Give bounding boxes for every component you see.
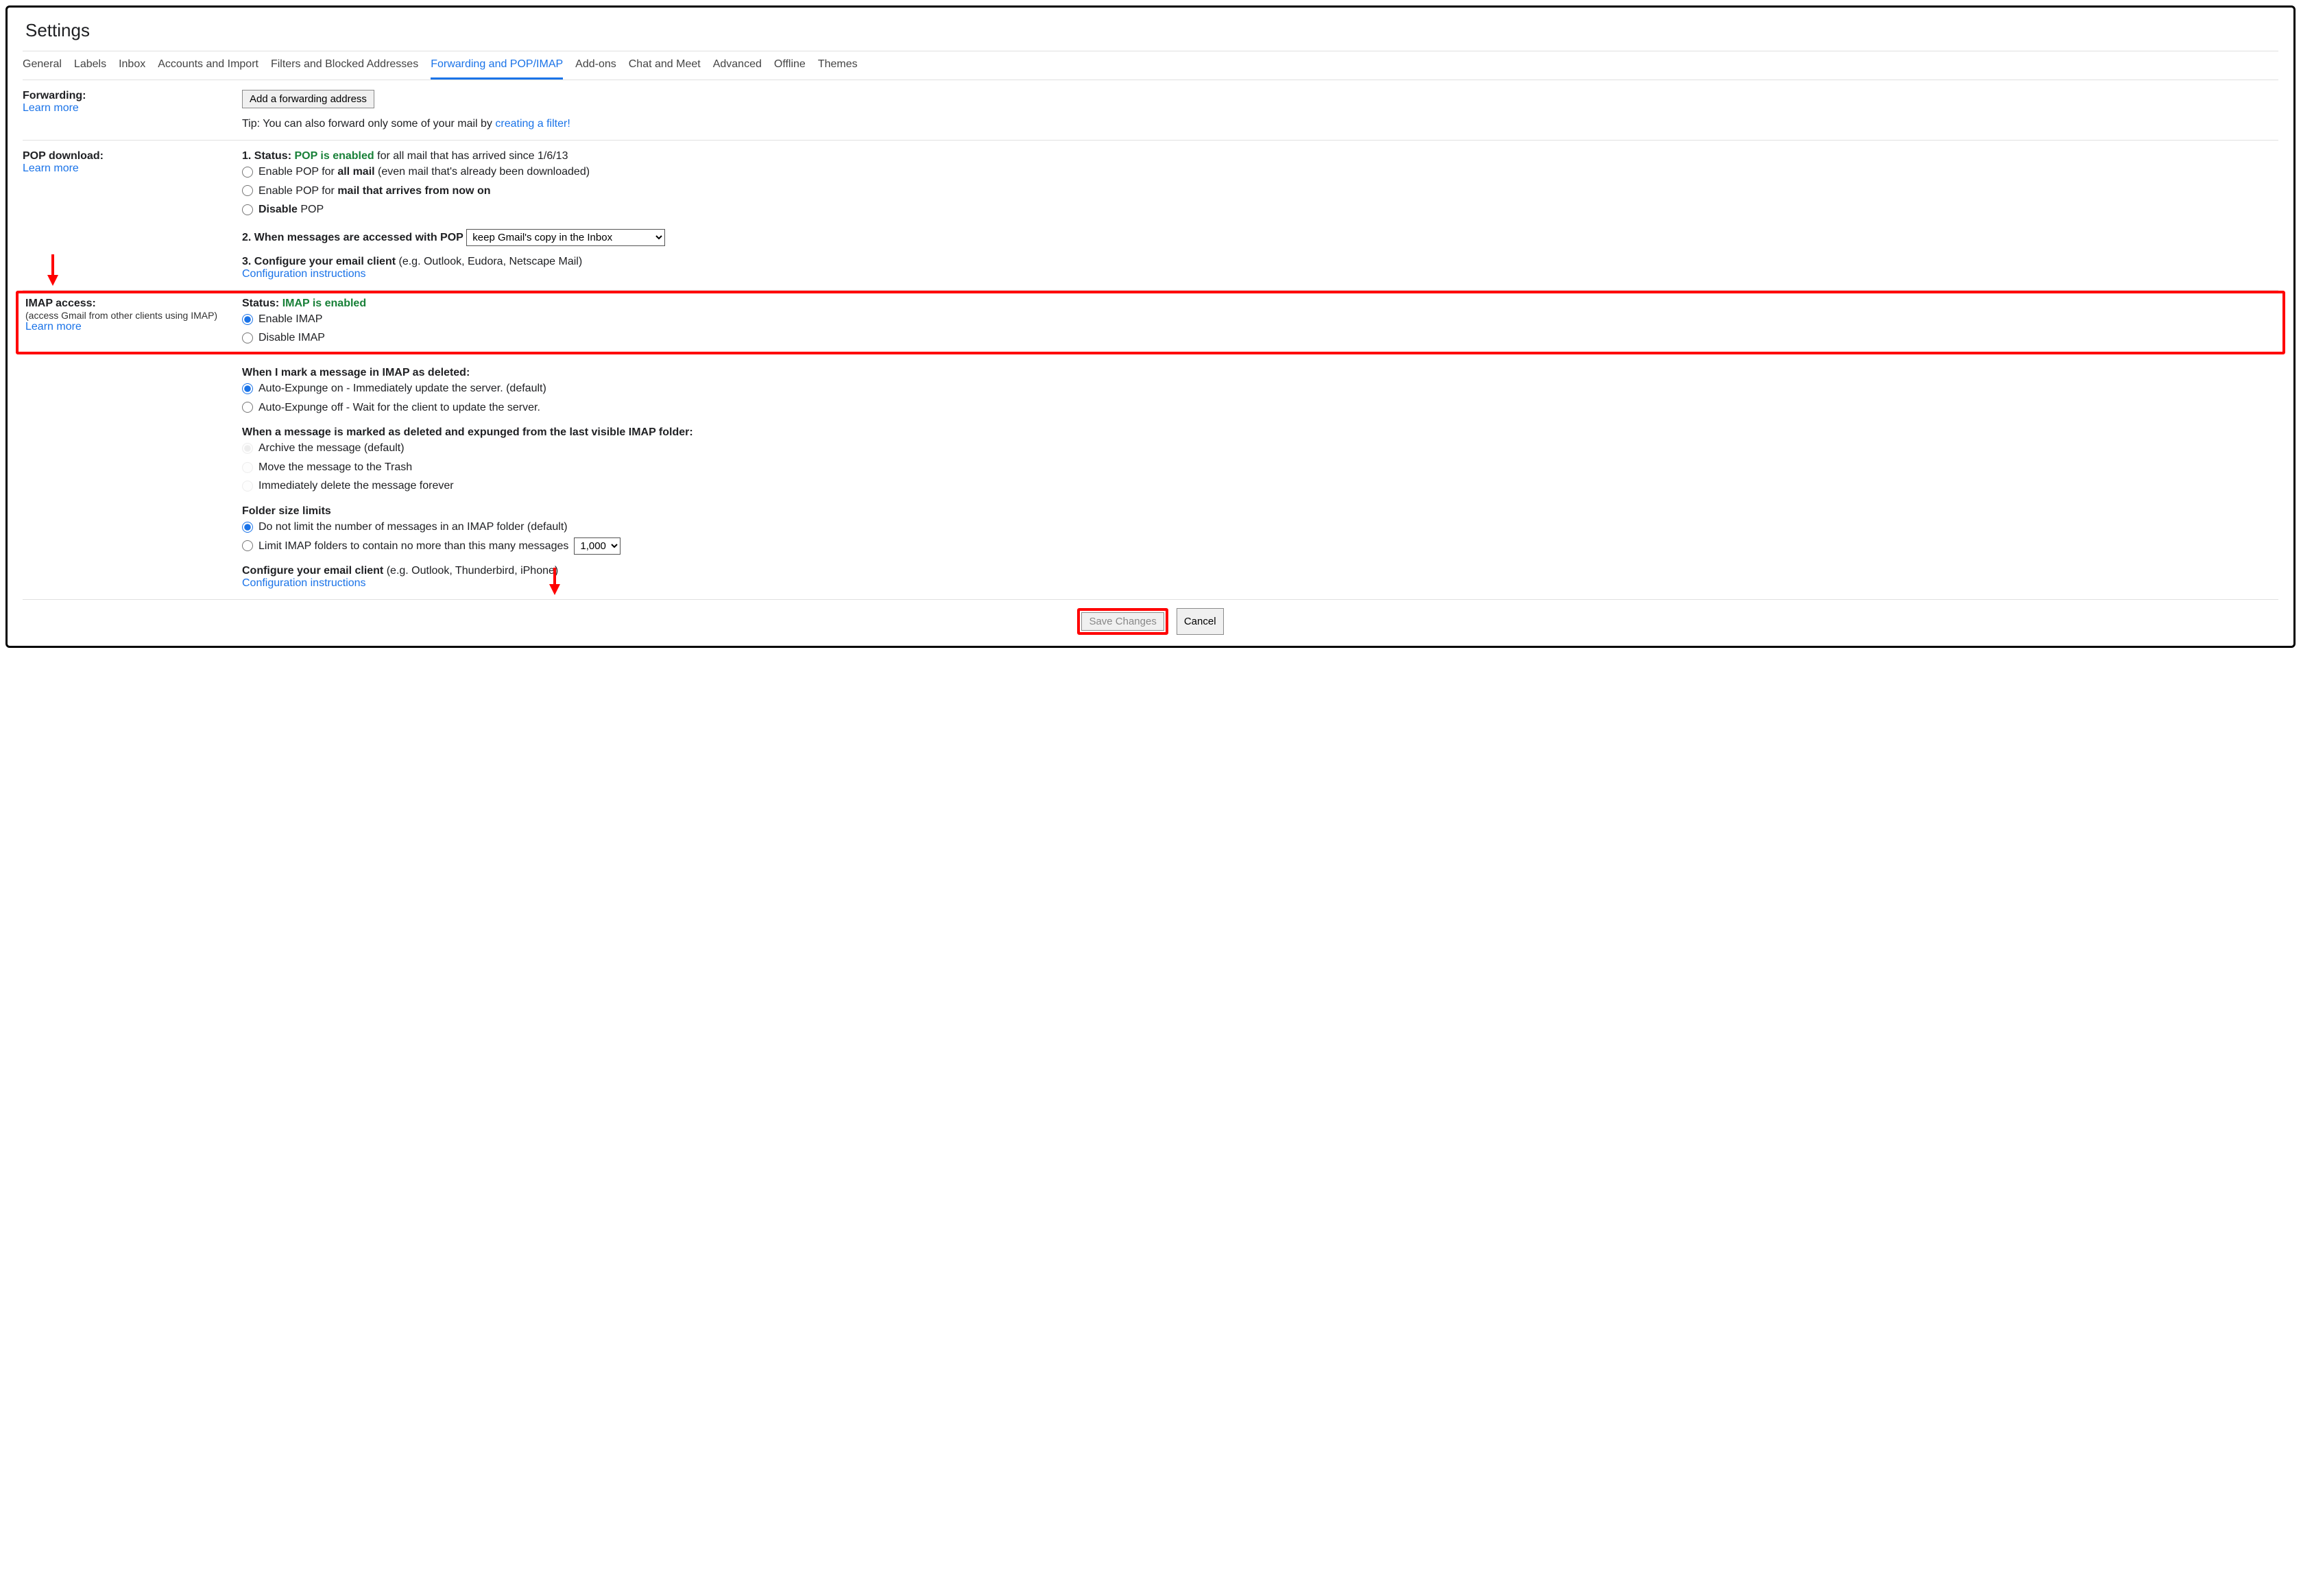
annotation-arrow-save — [553, 568, 556, 585]
tab-add-ons[interactable]: Add-ons — [575, 58, 616, 80]
pop-access-action-select[interactable]: keep Gmail's copy in the Inbox — [466, 229, 665, 246]
forwarding-tip-text: Tip: You can also forward only some of y… — [242, 118, 495, 130]
auto-expunge-off-label: Auto-Expunge off - Wait for the client t… — [258, 399, 540, 417]
expunged-trash-label: Move the message to the Trash — [258, 459, 412, 476]
pop-download-section: POP download: Learn more 1. Status: POP … — [23, 141, 2278, 291]
imap-deleted-heading: When I mark a message in IMAP as deleted… — [242, 367, 2278, 379]
imap-configuration-instructions-link[interactable]: Configuration instructions — [242, 577, 366, 589]
footer-buttons: Save Changes Cancel — [23, 599, 2278, 635]
forwarding-heading: Forwarding: — [23, 90, 235, 102]
annotation-arrowhead-imap — [47, 275, 58, 286]
imap-expunged-heading: When a message is marked as deleted and … — [242, 426, 2278, 439]
pop-download-heading: POP download: — [23, 150, 235, 162]
imap-access-section: IMAP access: (access Gmail from other cl… — [23, 291, 2278, 599]
enable-imap-label: Enable IMAP — [258, 311, 322, 328]
tab-chat-and-meet[interactable]: Chat and Meet — [629, 58, 701, 80]
disable-imap-radio[interactable] — [242, 332, 253, 343]
pop-learn-more-link[interactable]: Learn more — [23, 162, 79, 174]
creating-a-filter-link[interactable]: creating a filter! — [495, 118, 570, 130]
pop-configure-client-label: 3. Configure your email client — [242, 256, 396, 267]
tab-themes[interactable]: Themes — [818, 58, 858, 80]
pop-status-label: 1. Status: — [242, 150, 291, 162]
pop-enable-all-radio[interactable] — [242, 167, 253, 178]
annotation-arrowhead-save — [549, 584, 560, 595]
tab-advanced[interactable]: Advanced — [713, 58, 762, 80]
cancel-button[interactable]: Cancel — [1177, 608, 1224, 635]
tab-forwarding-and-pop-imap[interactable]: Forwarding and POP/IMAP — [431, 58, 563, 80]
settings-window: Settings General Labels Inbox Accounts and … — [5, 5, 2296, 648]
tab-filters-and-blocked-addresses[interactable]: Filters and Blocked Addresses — [271, 58, 418, 80]
auto-expunge-on-radio[interactable] — [242, 383, 253, 394]
folder-size-heading: Folder size limits — [242, 505, 2278, 518]
pop-disable-label: Disable POP — [258, 201, 324, 219]
expunged-archive-label: Archive the message (default) — [258, 439, 405, 457]
imap-configure-client-label: Configure your email client — [242, 565, 383, 577]
pop-enable-now-on-radio[interactable] — [242, 185, 253, 196]
annotation-arrow-imap — [51, 254, 54, 276]
pop-status-value: POP is enabled — [294, 150, 374, 162]
auto-expunge-on-label: Auto-Expunge on - Immediately update the… — [258, 380, 546, 398]
tab-general[interactable]: General — [23, 58, 62, 80]
imap-configure-client-suffix: (e.g. Outlook, Thunderbird, iPhone) — [383, 565, 558, 577]
annotation-highlight-imap: IMAP access: (access Gmail from other cl… — [16, 291, 2285, 354]
expunged-delete-radio — [242, 481, 253, 492]
tab-offline[interactable]: Offline — [774, 58, 806, 80]
forwarding-section: Forwarding: Learn more Add a forwarding … — [23, 80, 2278, 141]
pop-enable-now-on-label: Enable POP for mail that arrives from no… — [258, 182, 490, 200]
imap-status-label: Status: — [242, 298, 279, 309]
folder-limit-radio[interactable] — [242, 540, 253, 551]
tab-accounts-and-import[interactable]: Accounts and Import — [158, 58, 258, 80]
expunged-delete-label: Immediately delete the message forever — [258, 477, 454, 495]
pop-configure-client-suffix: (e.g. Outlook, Eudora, Netscape Mail) — [396, 256, 582, 267]
enable-imap-radio[interactable] — [242, 314, 253, 325]
auto-expunge-off-radio[interactable] — [242, 402, 253, 413]
imap-status-value: IMAP is enabled — [282, 298, 366, 309]
disable-imap-label: Disable IMAP — [258, 329, 325, 347]
expunged-trash-radio — [242, 462, 253, 473]
pop-access-action-label: 2. When messages are accessed with POP — [242, 232, 463, 243]
imap-learn-more-link[interactable]: Learn more — [25, 321, 82, 332]
page-title: Settings — [23, 20, 2278, 51]
folder-limit-label: Limit IMAP folders to contain no more th… — [258, 537, 568, 555]
folder-no-limit-label: Do not limit the number of messages in a… — [258, 518, 568, 536]
tab-labels[interactable]: Labels — [74, 58, 106, 80]
pop-enable-all-label: Enable POP for all mail (even mail that'… — [258, 163, 590, 181]
expunged-archive-radio — [242, 443, 253, 454]
folder-no-limit-radio[interactable] — [242, 522, 253, 533]
settings-tabs: General Labels Inbox Accounts and Import Fil… — [23, 51, 2278, 80]
annotation-highlight-save: Save Changes — [1077, 608, 1168, 635]
imap-access-subtext: (access Gmail from other clients using I… — [25, 310, 235, 321]
save-changes-button[interactable]: Save Changes — [1081, 612, 1164, 631]
imap-access-heading: IMAP access: — [25, 298, 235, 310]
pop-status-suffix: for all mail that has arrived since 1/6/… — [374, 150, 568, 162]
add-forwarding-address-button[interactable]: Add a forwarding address — [242, 90, 374, 108]
pop-disable-radio[interactable] — [242, 204, 253, 215]
pop-configuration-instructions-link[interactable]: Configuration instructions — [242, 268, 366, 280]
forwarding-learn-more-link[interactable]: Learn more — [23, 102, 79, 114]
folder-limit-select[interactable]: 1,000 — [574, 537, 621, 555]
tab-inbox[interactable]: Inbox — [119, 58, 145, 80]
